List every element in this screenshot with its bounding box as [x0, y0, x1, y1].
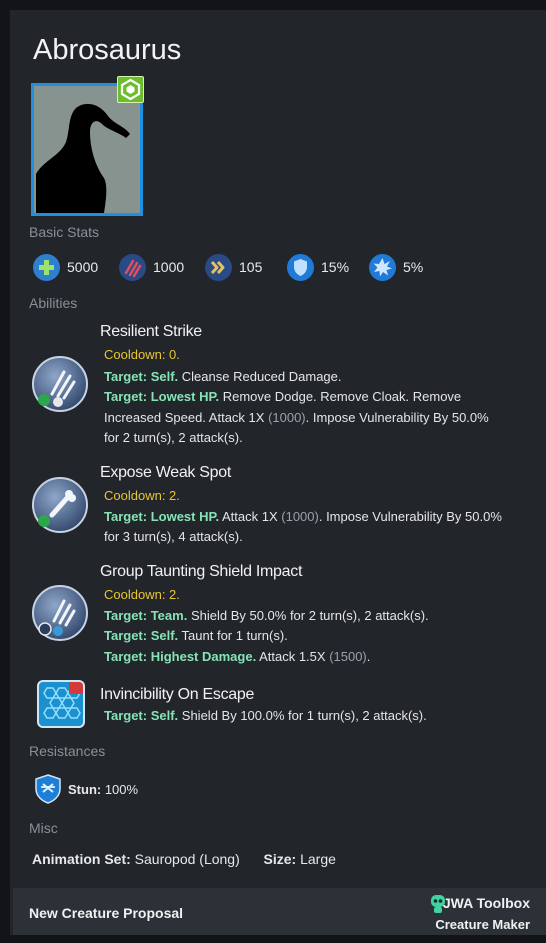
ability-name: Invincibility On Escape [100, 686, 255, 703]
ability-effect-line: Target: Lowest HP. Attack 1X (1000). Imp… [104, 509, 502, 524]
ability-effect-line: Increased Speed. Attack 1X (1000). Impos… [104, 410, 489, 425]
shield-impact-icon [32, 585, 88, 641]
ability-cooldown: Cooldown: 2. [104, 488, 180, 503]
stat-critical-value: 5% [403, 259, 424, 275]
stun-resistance-text: Stun: 100% [68, 781, 139, 797]
bone-strike-icon [32, 477, 88, 533]
ability-effect-line: Target: Lowest HP. Remove Dodge. Remove … [104, 389, 462, 404]
critical-burst-icon [369, 253, 396, 281]
stat-health: 5000 [33, 253, 98, 281]
animation-set-label: Animation Set: [32, 851, 131, 867]
size-value: Large [296, 851, 336, 867]
ability-cooldown: Cooldown: 0. [104, 347, 180, 362]
creature-card: Abrosaurus Basic Stats 5000 1000 105 15%… [10, 10, 546, 935]
rarity-badge-icon [117, 76, 144, 103]
resistance-stun: Stun: 100% [34, 774, 138, 804]
stat-health-value: 5000 [67, 259, 99, 275]
ability-effect-line: Target: Highest Damage. Attack 1.5X (150… [104, 649, 371, 664]
stat-armor: 15% [287, 253, 349, 281]
stat-speed: 105 [205, 253, 262, 281]
ability-cooldown: Cooldown: 2. [104, 587, 180, 602]
stat-armor-value: 15% [321, 259, 350, 275]
armor-shield-icon [287, 253, 314, 281]
creature-name: Abrosaurus [33, 34, 182, 66]
stat-critical: 5% [369, 253, 423, 281]
ability-effect-line: Target: Self. Taunt for 1 turn(s). [104, 628, 288, 643]
speed-chevron-icon [205, 253, 232, 281]
damage-claw-icon [119, 253, 146, 281]
claw-strike-icon [32, 356, 88, 412]
ability-effect-line: for 2 turn(s), 2 attack(s). [104, 430, 243, 445]
resistances-heading: Resistances [29, 743, 106, 759]
size-label: Size: [263, 851, 297, 867]
misc-heading: Misc [29, 820, 58, 836]
stat-damage-value: 1000 [153, 259, 185, 275]
ability-effect-line: Target: Team. Shield By 50.0% for 2 turn… [104, 608, 429, 623]
footer-subtitle: Creature Maker [435, 917, 530, 932]
stun-resistance-icon [34, 774, 62, 804]
footer-proposal: New Creature Proposal [29, 905, 184, 921]
basic-stats-heading: Basic Stats [29, 224, 100, 240]
stat-damage: 1000 [119, 253, 184, 281]
abilities-heading: Abilities [29, 295, 78, 311]
animation-set-value: Sauropod (Long) [130, 851, 240, 867]
ability-name: Expose Weak Spot [100, 464, 231, 481]
ability-effect-line: Target: Self. Cleanse Reduced Damage. [104, 369, 342, 384]
footer-brand: JWA Toolbox [442, 895, 530, 911]
misc-info: Animation Set: Sauropod (Long) Size: Lar… [32, 851, 336, 867]
footer-bar: New Creature Proposal JWA Toolbox Creatu… [13, 888, 546, 935]
hexagon-shield-icon [37, 680, 85, 728]
ability-effect-line: for 3 turn(s), 4 attack(s). [104, 529, 243, 544]
ability-name: Group Taunting Shield Impact [100, 563, 303, 580]
ability-name: Resilient Strike [100, 323, 202, 340]
ability-effect-line: Target: Self. Shield By 100.0% for 1 tur… [104, 708, 427, 723]
stat-speed-value: 105 [239, 259, 263, 275]
health-cross-icon [33, 253, 60, 281]
